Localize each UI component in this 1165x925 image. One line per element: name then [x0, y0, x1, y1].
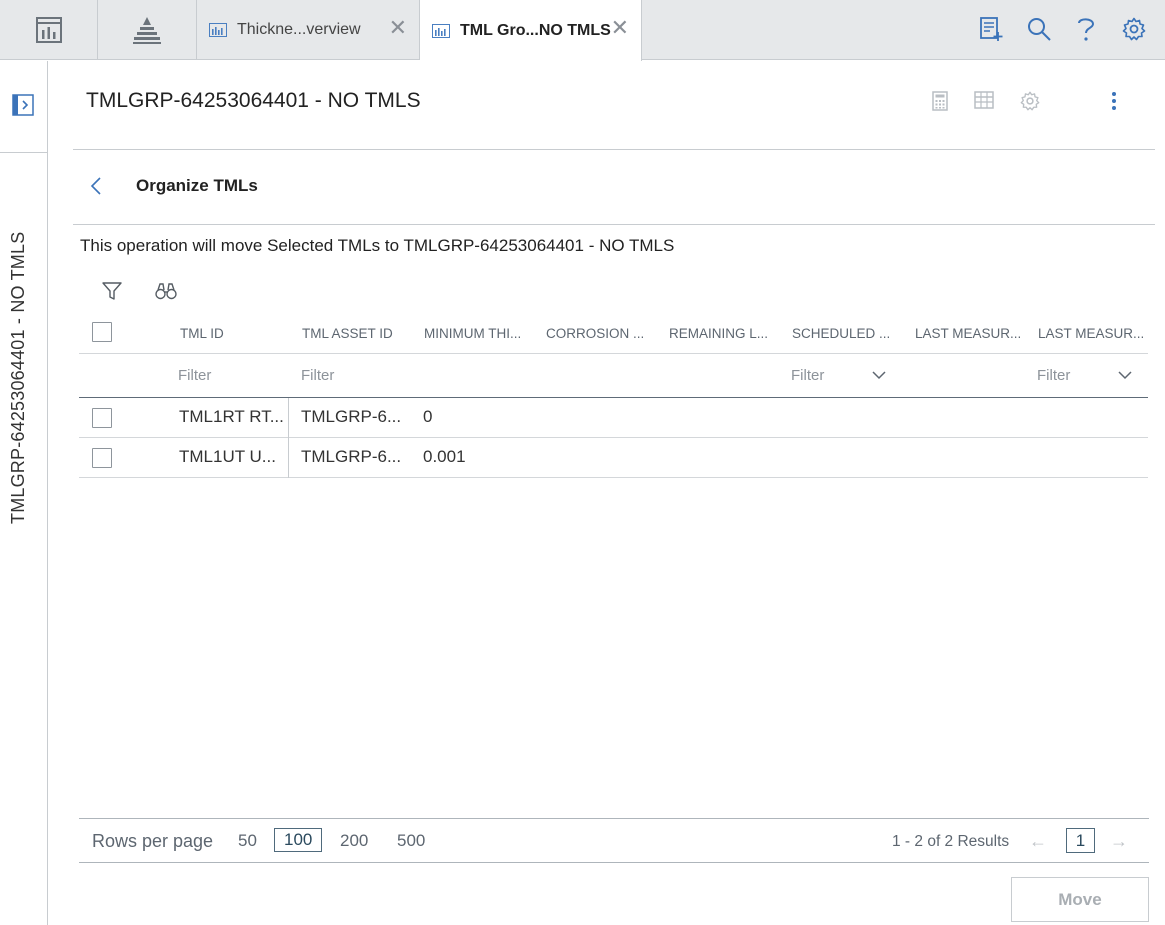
filter-icon: [102, 282, 122, 300]
pager: Rows per page 50 100 200 500 1 - 2 of 2 …: [79, 818, 1149, 863]
left-rail: TMLGRP-64253064401 - NO TMLS: [0, 61, 48, 925]
dashboard-icon: [35, 17, 62, 43]
column-separator: [288, 438, 289, 478]
next-page-icon[interactable]: →: [1110, 831, 1128, 852]
dashboard-button[interactable]: [0, 0, 98, 60]
current-page[interactable]: 1: [1066, 828, 1095, 853]
panel-divider: [73, 224, 1155, 225]
search-icon: [1028, 18, 1051, 41]
tab-tml-group[interactable]: TML Gro...NO TMLS ✕: [420, 0, 642, 61]
column-header-corrosion[interactable]: CORROSION ...: [546, 326, 656, 341]
cell-tml-id: TML1UT U...: [179, 447, 276, 466]
cell-tml-asset-id: TMLGRP-6...: [301, 447, 402, 466]
rows-per-page-option[interactable]: 50: [238, 831, 257, 851]
chevron-left-icon: [90, 177, 101, 195]
filter-input-tml-id[interactable]: Filter: [178, 367, 211, 384]
table-row[interactable]: TML1RT RT... TMLGRP-6... 0: [79, 398, 1148, 438]
panel-title: Organize TMLs: [136, 176, 258, 195]
help-icon: [1078, 18, 1095, 41]
calculator-button[interactable]: [928, 89, 952, 113]
rows-per-page-option[interactable]: 500: [397, 831, 425, 851]
column-header-remaining-life[interactable]: REMAINING L...: [669, 326, 779, 341]
page-title: TMLGRP-64253064401 - NO TMLS: [86, 89, 421, 112]
tab-thickness-overview[interactable]: Thickne...verview ✕: [197, 0, 420, 60]
rail-title: TMLGRP-64253064401 - NO TMLS: [8, 231, 28, 524]
chart-icon: [209, 23, 227, 37]
top-tab-bar: Thickne...verview ✕ TML Gro...NO TMLS ✕: [0, 0, 1165, 61]
rows-per-page-label: Rows per page: [92, 831, 214, 851]
tab-label: Thickne...verview: [237, 21, 361, 38]
filter-input-tml-asset-id[interactable]: Filter: [301, 367, 334, 384]
column-header-tml-asset-id[interactable]: TML ASSET ID: [302, 326, 412, 341]
asset-hierarchy-icon: [133, 17, 161, 44]
filter-select-last-measured[interactable]: Filter: [1037, 367, 1070, 384]
rows-per-page-option[interactable]: 200: [340, 831, 368, 851]
grid-header-row: TML ID TML ASSET ID MINIMUM THI... CORRO…: [79, 312, 1148, 354]
chevron-down-icon[interactable]: [1117, 368, 1133, 382]
results-count: 1 - 2 of 2 Results: [892, 833, 1010, 850]
rail-divider: [0, 152, 47, 153]
operation-message: This operation will move Selected TMLs t…: [80, 236, 675, 255]
binoculars-icon: [155, 283, 177, 300]
add-queue-button[interactable]: [976, 14, 1006, 44]
column-header-minimum-thickness[interactable]: MINIMUM THI...: [424, 326, 534, 341]
asset-hierarchy-button[interactable]: [98, 0, 197, 60]
prev-page-icon[interactable]: ←: [1029, 831, 1047, 852]
grid-filter-row: Filter Filter Filter Filter: [79, 354, 1148, 398]
filter-select-scheduled[interactable]: Filter: [791, 367, 824, 384]
tml-grid: TML ID TML ASSET ID MINIMUM THI... CORRO…: [79, 312, 1148, 478]
cell-minimum-thickness: 0: [423, 407, 433, 426]
cell-tml-id: TML1RT RT...: [179, 407, 284, 426]
row-checkbox[interactable]: [92, 408, 112, 428]
search-button[interactable]: [1024, 14, 1054, 44]
header-divider: [73, 149, 1155, 150]
chart-icon: [432, 23, 450, 38]
column-header-last-measured-1[interactable]: LAST MEASUR...: [915, 326, 1025, 341]
settings-button[interactable]: [1119, 14, 1149, 44]
table-row[interactable]: TML1UT U... TMLGRP-6... 0.001: [79, 438, 1148, 478]
find-button[interactable]: [155, 280, 177, 302]
gear-icon: [1020, 91, 1040, 111]
cell-tml-asset-id: TMLGRP-6...: [301, 407, 402, 426]
column-header-scheduled[interactable]: SCHEDULED ...: [792, 326, 902, 341]
tab-label: TML Gro...NO TMLS: [460, 21, 611, 39]
column-header-tml-id[interactable]: TML ID: [180, 326, 290, 341]
expand-panel-button[interactable]: [12, 94, 34, 116]
select-all-checkbox[interactable]: [92, 322, 112, 342]
gear-icon: [1122, 17, 1146, 41]
close-icon[interactable]: ✕: [389, 17, 407, 39]
move-button[interactable]: Move: [1011, 877, 1149, 922]
more-menu-button[interactable]: [1102, 89, 1126, 113]
help-button[interactable]: [1071, 14, 1101, 44]
back-button[interactable]: [86, 174, 106, 198]
cell-minimum-thickness: 0.001: [423, 447, 466, 466]
filter-button[interactable]: [101, 280, 123, 302]
column-separator: [288, 398, 289, 438]
column-header-last-measured-2[interactable]: LAST MEASUR...: [1038, 326, 1148, 341]
header-settings-button[interactable]: [1018, 89, 1042, 113]
expand-panel-icon: [12, 94, 34, 116]
add-queue-icon: [980, 17, 1003, 41]
close-icon[interactable]: ✕: [611, 17, 629, 39]
row-checkbox[interactable]: [92, 448, 112, 468]
table-button[interactable]: [973, 89, 997, 113]
table-edit-icon: [974, 91, 994, 109]
rows-per-page-option-selected[interactable]: 100: [274, 828, 323, 852]
more-vertical-icon: [1112, 92, 1116, 110]
chevron-down-icon[interactable]: [871, 368, 887, 382]
calculator-icon: [932, 91, 948, 111]
